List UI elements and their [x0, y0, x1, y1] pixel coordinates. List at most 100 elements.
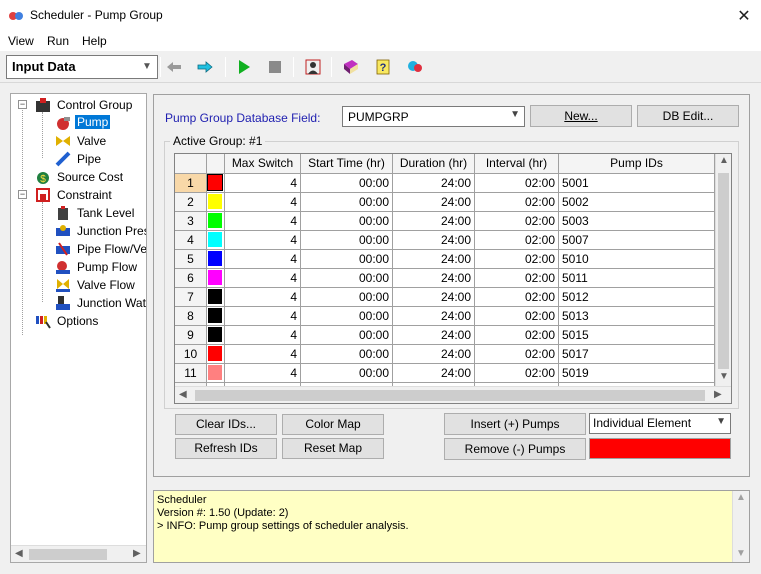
duration-cell[interactable]: 24:00: [393, 174, 475, 193]
menu-help[interactable]: Help: [82, 34, 107, 48]
interval-cell[interactable]: 02:00: [475, 212, 559, 231]
color-cell[interactable]: [207, 193, 225, 212]
row-color-swatch[interactable]: [208, 289, 222, 304]
scroll-down-icon[interactable]: ▼: [719, 371, 729, 382]
row-color-swatch[interactable]: [208, 270, 222, 285]
color-cell[interactable]: [207, 250, 225, 269]
max-switch-cell[interactable]: 4: [225, 307, 301, 326]
settings-icon[interactable]: [406, 58, 424, 76]
color-cell[interactable]: [207, 269, 225, 288]
table-vertical-scrollbar[interactable]: ▲ ▼: [715, 154, 731, 386]
start-time-cell[interactable]: 00:00: [301, 345, 393, 364]
table-row[interactable]: 9 4 00:00 24:00 02:00 5015: [175, 326, 715, 345]
row-color-swatch[interactable]: [207, 174, 223, 191]
pump-group-table[interactable]: Max Switch Start Time (hr) Duration (hr)…: [174, 153, 732, 404]
back-arrow-icon[interactable]: [165, 58, 183, 76]
scroll-down-icon[interactable]: ▼: [736, 548, 746, 559]
scroll-left-icon[interactable]: ◀: [15, 548, 23, 559]
db-edit-button[interactable]: DB Edit...: [637, 105, 739, 127]
menu-view[interactable]: View: [8, 34, 34, 48]
row-color-swatch[interactable]: [208, 365, 222, 380]
color-map-button[interactable]: Color Map: [282, 414, 384, 435]
close-button[interactable]: ✕: [727, 0, 761, 31]
scroll-up-icon[interactable]: ▲: [736, 492, 746, 503]
color-cell[interactable]: [207, 212, 225, 231]
duration-cell[interactable]: 24:00: [393, 345, 475, 364]
color-cell[interactable]: [207, 174, 225, 193]
scroll-thumb[interactable]: [195, 390, 705, 401]
interval-cell[interactable]: 02:00: [475, 193, 559, 212]
scroll-up-icon[interactable]: ▲: [719, 155, 729, 166]
tree-horizontal-scrollbar[interactable]: ◀ ▶: [11, 545, 146, 562]
menu-run[interactable]: Run: [47, 34, 69, 48]
duration-cell[interactable]: 24:00: [393, 193, 475, 212]
scroll-right-icon[interactable]: ▶: [714, 389, 722, 400]
help-icon[interactable]: ?: [374, 58, 392, 76]
duration-cell[interactable]: 24:00: [393, 231, 475, 250]
pump-ids-cell[interactable]: 5017: [559, 345, 715, 364]
column-header-pump-ids[interactable]: Pump IDs: [559, 154, 715, 174]
pump-ids-cell[interactable]: 5012: [559, 288, 715, 307]
scroll-right-icon[interactable]: ▶: [133, 548, 141, 559]
table-row[interactable]: 6 4 00:00 24:00 02:00 5011: [175, 269, 715, 288]
pump-ids-cell[interactable]: 5007: [559, 231, 715, 250]
table-horizontal-scrollbar[interactable]: ◀ ▶: [175, 386, 731, 403]
pump-ids-cell[interactable]: 5001: [559, 174, 715, 193]
duration-cell[interactable]: 24:00: [393, 326, 475, 345]
table-row[interactable]: 1 4 00:00 24:00 02:00 5001: [175, 174, 715, 193]
max-switch-cell[interactable]: 4: [225, 231, 301, 250]
max-switch-cell[interactable]: 4: [225, 345, 301, 364]
play-icon[interactable]: [235, 58, 253, 76]
forward-arrow-icon[interactable]: [196, 58, 214, 76]
max-switch-cell[interactable]: 4: [225, 269, 301, 288]
start-time-cell[interactable]: 00:00: [301, 364, 393, 383]
start-time-cell[interactable]: 00:00: [301, 288, 393, 307]
color-cell[interactable]: [207, 307, 225, 326]
interval-cell[interactable]: 02:00: [475, 288, 559, 307]
column-header-duration[interactable]: Duration (hr): [393, 154, 475, 174]
max-switch-cell[interactable]: 4: [225, 212, 301, 231]
row-color-swatch[interactable]: [208, 251, 222, 266]
color-cell[interactable]: [207, 345, 225, 364]
pump-ids-cell[interactable]: 5013: [559, 307, 715, 326]
color-cell[interactable]: [207, 326, 225, 345]
duration-cell[interactable]: 24:00: [393, 212, 475, 231]
duration-cell[interactable]: 24:00: [393, 307, 475, 326]
table-row[interactable]: 10 4 00:00 24:00 02:00 5017: [175, 345, 715, 364]
start-time-cell[interactable]: 00:00: [301, 269, 393, 288]
start-time-cell[interactable]: 00:00: [301, 212, 393, 231]
start-time-cell[interactable]: 00:00: [301, 231, 393, 250]
start-time-cell[interactable]: 00:00: [301, 174, 393, 193]
table-row[interactable]: 5 4 00:00 24:00 02:00 5010: [175, 250, 715, 269]
pump-ids-cell[interactable]: 5019: [559, 364, 715, 383]
refresh-ids-button[interactable]: Refresh IDs: [175, 438, 277, 459]
start-time-cell[interactable]: 00:00: [301, 326, 393, 345]
stop-icon[interactable]: [266, 58, 284, 76]
pump-ids-cell[interactable]: 5002: [559, 193, 715, 212]
interval-cell[interactable]: 02:00: [475, 364, 559, 383]
column-header-interval[interactable]: Interval (hr): [475, 154, 559, 174]
color-cell[interactable]: [207, 364, 225, 383]
row-color-swatch[interactable]: [208, 327, 222, 342]
start-time-cell[interactable]: 00:00: [301, 250, 393, 269]
start-time-cell[interactable]: 00:00: [301, 193, 393, 212]
table-row[interactable]: 3 4 00:00 24:00 02:00 5003: [175, 212, 715, 231]
interval-cell[interactable]: 02:00: [475, 326, 559, 345]
table-row[interactable]: 8 4 00:00 24:00 02:00 5013: [175, 307, 715, 326]
interval-cell[interactable]: 02:00: [475, 250, 559, 269]
max-switch-cell[interactable]: 4: [225, 193, 301, 212]
row-color-swatch[interactable]: [208, 213, 222, 228]
color-swatch[interactable]: [589, 438, 731, 459]
insert-pumps-button[interactable]: Insert (+) Pumps: [444, 413, 586, 435]
book-icon[interactable]: [342, 58, 360, 76]
element-mode-select[interactable]: Individual Element ▼: [589, 413, 731, 434]
log-vertical-scrollbar[interactable]: ▲ ▼: [732, 491, 749, 562]
clear-ids-button[interactable]: Clear IDs...: [175, 414, 277, 435]
interval-cell[interactable]: 02:00: [475, 345, 559, 364]
table-row[interactable]: 4 4 00:00 24:00 02:00 5007: [175, 231, 715, 250]
start-time-cell[interactable]: 00:00: [301, 307, 393, 326]
table-row[interactable]: 11 4 00:00 24:00 02:00 5019: [175, 364, 715, 383]
row-color-swatch[interactable]: [208, 232, 222, 247]
pump-ids-cell[interactable]: 5010: [559, 250, 715, 269]
interval-cell[interactable]: 02:00: [475, 307, 559, 326]
